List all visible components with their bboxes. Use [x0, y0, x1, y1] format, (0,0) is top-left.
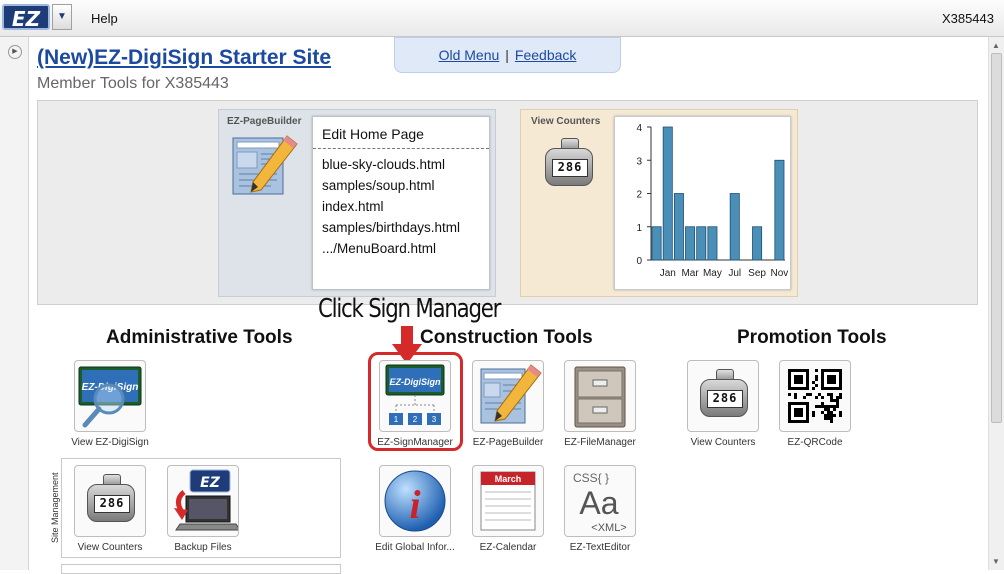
section-title-promotion: Promotion Tools	[737, 327, 887, 348]
text-editor-icon[interactable]: CSS{ } Aa <XML>	[564, 465, 636, 537]
instruction-callout: Click Sign Manager	[318, 294, 501, 324]
y-tick-label: 3	[636, 156, 642, 167]
qrcode-icon[interactable]	[779, 360, 851, 432]
tool-label: Edit Global Infor...	[375, 542, 455, 553]
vertical-scrollbar[interactable]: ▲ ▼	[988, 37, 1004, 570]
tool-edit-global-info[interactable]: i Edit Global Infor...	[370, 465, 460, 553]
user-menu[interactable]: X385443	[942, 11, 994, 26]
info-globe-icon[interactable]: i	[379, 465, 451, 537]
calendar-icon[interactable]: March	[472, 465, 544, 537]
svg-text:<XML>: <XML>	[591, 522, 626, 534]
svg-text:CSS{ }: CSS{ }	[573, 471, 609, 485]
tool-label: EZ-PageBuilder	[472, 437, 544, 448]
site-management-label: Site Management	[50, 472, 60, 543]
x-tick-label: Jan	[660, 268, 676, 279]
chart-bar	[774, 159, 785, 261]
dashboard-panel	[37, 100, 978, 305]
pagebuilder-icon[interactable]	[231, 132, 301, 198]
tool-label: View Counters	[690, 437, 756, 448]
tool-backup-files[interactable]: EZ Backup Files	[158, 465, 248, 553]
chart-bar	[685, 226, 696, 261]
tool-label: EZ-QRCode	[787, 437, 843, 448]
tool-label: EZ-TextEditor	[569, 542, 631, 553]
sign-manager-highlight	[368, 352, 463, 451]
svg-text:Aa: Aa	[579, 485, 618, 521]
help-menu[interactable]: Help	[91, 11, 118, 26]
tool-file-manager[interactable]: EZ-FileManager	[555, 360, 645, 448]
x-tick-label: Jul	[728, 268, 741, 279]
view-counters-chart: 0 1 2 3 4 Jan Mar May Jul Sep Nov	[614, 116, 791, 290]
section-title-admin: Administrative Tools	[106, 327, 293, 348]
x-tick-label: May	[703, 268, 722, 279]
chart-bar	[752, 226, 763, 261]
digisign-monitor-icon[interactable]: EZ-DigiSign	[74, 360, 146, 432]
counter-icon[interactable]: 286	[533, 130, 605, 202]
chart-bar	[707, 226, 718, 261]
y-tick-label: 4	[636, 123, 642, 134]
svg-text:EZ: EZ	[200, 475, 221, 491]
page-link[interactable]: samples/soup.html	[322, 178, 435, 193]
old-menu-link[interactable]: Old Menu	[439, 47, 500, 63]
site-title-link[interactable]: (New)EZ-DigiSign Starter Site	[37, 46, 331, 70]
svg-text:March: March	[495, 474, 522, 484]
tool-label: Backup Files	[174, 542, 232, 553]
counter-icon[interactable]: 286	[74, 465, 146, 537]
top-menu-bar: EZ ▼ Help X385443	[0, 0, 1004, 37]
edit-home-page-list: Edit Home Page blue-sky-clouds.html samp…	[312, 116, 490, 290]
y-tick-label: 1	[636, 223, 642, 234]
page-link[interactable]: samples/birthdays.html	[322, 220, 460, 235]
page-link[interactable]: index.html	[322, 199, 384, 214]
expand-arrow-icon[interactable]: ▶	[8, 45, 22, 59]
scroll-down-icon[interactable]: ▼	[992, 557, 1000, 566]
backup-laptop-icon[interactable]: EZ	[167, 465, 239, 537]
chart-bar	[673, 193, 684, 261]
pagebuilder-panel-label: EZ-PageBuilder	[227, 116, 302, 127]
page-link[interactable]: blue-sky-clouds.html	[322, 157, 445, 172]
left-sidebar-strip: ▶	[0, 37, 29, 570]
chart-bar	[662, 126, 673, 261]
edit-home-page-heading[interactable]: Edit Home Page	[322, 126, 424, 142]
tool-label: EZ-Calendar	[479, 542, 537, 553]
x-tick-label: Mar	[681, 268, 699, 279]
svg-text:i: i	[409, 482, 420, 527]
chart-bar	[651, 226, 662, 261]
next-group-box	[61, 564, 341, 574]
tool-calendar[interactable]: March EZ-Calendar	[463, 465, 553, 553]
view-counters-panel-label: View Counters	[531, 116, 601, 127]
tool-sm-view-counters[interactable]: 286 View Counters	[65, 465, 155, 553]
counter-icon[interactable]: 286	[687, 360, 759, 432]
chevron-down-icon[interactable]: ▼	[52, 4, 72, 30]
scroll-up-icon[interactable]: ▲	[992, 41, 1000, 50]
page-subtitle: Member Tools for X385443	[37, 75, 229, 92]
chart-bar	[696, 226, 707, 261]
chart-bar	[729, 193, 740, 261]
file-cabinet-icon[interactable]	[564, 360, 636, 432]
counter-digits: 286	[552, 159, 588, 177]
tool-qrcode[interactable]: EZ-QRCode	[770, 360, 860, 448]
tool-view-digisign[interactable]: EZ-DigiSign View EZ-DigiSign	[65, 360, 155, 448]
page-builder-icon[interactable]	[472, 360, 544, 432]
page-link[interactable]: .../MenuBoard.html	[322, 241, 436, 256]
ez-logo[interactable]: EZ	[2, 4, 50, 31]
tool-view-counters[interactable]: 286 View Counters	[678, 360, 768, 448]
tool-label: EZ-FileManager	[564, 437, 636, 448]
x-tick-label: Sep	[748, 268, 766, 279]
y-tick-label: 2	[636, 190, 642, 201]
section-title-construction: Construction Tools	[420, 327, 593, 348]
tool-label: View EZ-DigiSign	[71, 437, 149, 448]
old-menu-feedback-box: Old Menu | Feedback	[394, 37, 621, 73]
bar-chart: 0 1 2 3 4 Jan Mar May Jul Sep Nov	[636, 123, 789, 279]
tool-label: View Counters	[77, 542, 143, 553]
y-tick-label: 0	[636, 256, 642, 267]
feedback-link[interactable]: Feedback	[515, 47, 576, 63]
x-tick-label: Nov	[771, 268, 789, 279]
scrollbar-thumb[interactable]	[991, 53, 1002, 423]
tool-text-editor[interactable]: CSS{ } Aa <XML> EZ-TextEditor	[555, 465, 645, 553]
tool-page-builder[interactable]: EZ-PageBuilder	[463, 360, 553, 448]
